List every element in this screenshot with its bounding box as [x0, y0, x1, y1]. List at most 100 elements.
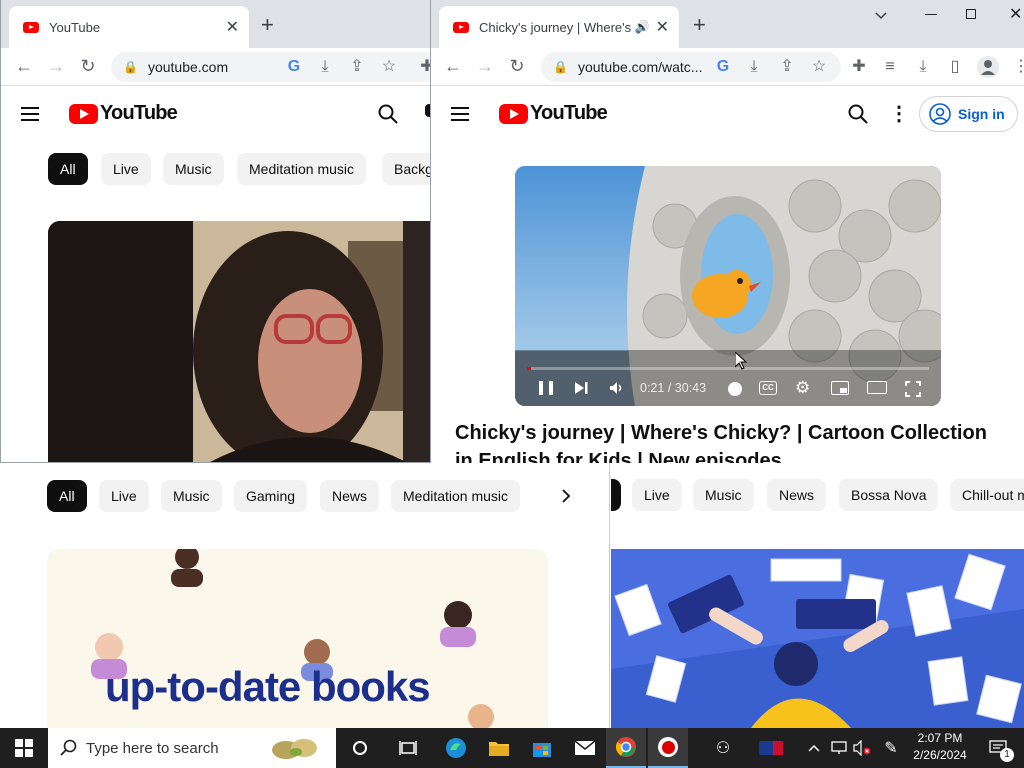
mlb-icon[interactable] [756, 728, 786, 768]
mail-icon[interactable] [565, 728, 605, 768]
audio-playing-icon[interactable]: 🔊 [635, 20, 650, 34]
office-illustration [611, 549, 1024, 728]
chip-news[interactable]: News [767, 479, 827, 511]
volume-icon[interactable] [609, 380, 625, 396]
minimize-icon[interactable] [925, 14, 937, 15]
chip-news[interactable]: News [320, 480, 380, 512]
video-thumbnail-books[interactable]: up-to-date books [47, 549, 548, 728]
forward-icon[interactable]: → [470, 56, 500, 77]
reload-icon[interactable]: ↻ [73, 56, 103, 77]
extensions-icon[interactable]: ✚ [849, 57, 869, 77]
chip-music[interactable]: Music [693, 479, 754, 511]
task-view-icon[interactable] [388, 728, 428, 768]
microsoft-store-icon[interactable] [522, 728, 562, 768]
downloads-icon[interactable]: ⤓ [913, 57, 933, 77]
miniplayer-icon[interactable] [831, 381, 849, 395]
install-app-icon[interactable]: ⤓ [744, 57, 764, 77]
tab-chicky-video[interactable]: Chicky's journey | Where's Ch 🔊 ✕ [439, 6, 679, 48]
people-icon[interactable]: ⚇ [705, 728, 741, 768]
video-thumbnail-office[interactable] [611, 549, 1024, 728]
chip-live[interactable]: Live [632, 479, 682, 511]
share-icon[interactable]: ⇪ [347, 57, 367, 77]
extensions-icon[interactable]: ✚ [417, 57, 430, 77]
youtube-favicon-icon [453, 21, 469, 33]
close-tab-icon[interactable]: ✕ [656, 17, 669, 37]
progress-bar-track[interactable] [527, 367, 929, 370]
menu-icon[interactable] [451, 107, 469, 121]
new-tab-icon[interactable]: + [693, 12, 706, 38]
side-panel-icon[interactable]: ▯ [945, 57, 965, 77]
reload-icon[interactable]: ↻ [502, 56, 532, 77]
volume-muted-icon[interactable] [851, 728, 873, 768]
pause-icon[interactable] [539, 381, 553, 395]
maximize-icon[interactable] [966, 9, 976, 19]
chip-live[interactable]: Live [99, 480, 149, 512]
youtube-play-icon [499, 103, 528, 124]
cortana-icon[interactable] [340, 728, 380, 768]
youtube-logo[interactable]: YouTube [499, 102, 608, 125]
share-icon[interactable]: ⇪ [777, 57, 797, 77]
settings-gear-icon[interactable]: ⚙ [795, 379, 810, 397]
theater-mode-icon[interactable] [867, 381, 887, 394]
tab-strip: YouTube ✕ + [1, 0, 430, 48]
back-icon[interactable]: ← [438, 56, 468, 77]
more-options-icon[interactable]: ⋮ [889, 101, 909, 126]
back-icon[interactable]: ← [9, 56, 39, 77]
clock[interactable]: 2:07 PM 2/26/2024 [908, 730, 972, 766]
next-icon[interactable] [573, 380, 589, 396]
chip-meditation-music[interactable]: Meditation music [391, 480, 521, 512]
chip-bossa-nova[interactable]: Bossa Nova [839, 479, 939, 511]
close-window-icon[interactable]: ✕ [1009, 4, 1022, 24]
close-tab-icon[interactable]: ✕ [226, 17, 239, 37]
video-thumbnail-woman[interactable] [48, 221, 430, 462]
chip-all[interactable]: All [48, 153, 88, 185]
new-tab-icon[interactable]: + [261, 12, 274, 38]
notification-count-badge: 1 [1000, 748, 1014, 762]
edge-icon[interactable] [436, 728, 476, 768]
google-lens-icon[interactable]: G [713, 57, 733, 77]
notifications-icon[interactable]: 1 [978, 728, 1018, 768]
chip-music[interactable]: Music [161, 480, 222, 512]
chevron-right-icon[interactable] [556, 486, 576, 506]
profile-avatar-icon[interactable] [977, 56, 999, 78]
chip-all[interactable]: All [47, 480, 87, 512]
subtitles-icon[interactable]: CC [759, 381, 777, 395]
chip-meditation-music[interactable]: Meditation music [237, 153, 367, 185]
video-player[interactable]: 0:21 / 30:43 CC ⚙ [515, 166, 941, 406]
menu-icon[interactable] [21, 107, 39, 121]
search-icon[interactable] [377, 103, 399, 125]
media-control-icon[interactable]: ≡ [880, 57, 900, 77]
sign-in-button[interactable]: Sign in [919, 96, 1018, 132]
chip-music[interactable]: Music [163, 153, 224, 185]
forward-icon[interactable]: → [41, 56, 71, 77]
tab-youtube[interactable]: YouTube ✕ [9, 6, 249, 48]
tab-title: YouTube [49, 19, 101, 35]
autoplay-toggle-icon[interactable] [728, 382, 742, 396]
youtube-header: YouTube [1, 86, 430, 142]
file-explorer-icon[interactable] [479, 728, 519, 768]
windows-logo-icon [15, 739, 33, 757]
pen-workspace-icon[interactable]: ✎ [878, 728, 904, 768]
install-app-icon[interactable]: ⤓ [315, 57, 335, 77]
chip-chill-out[interactable]: Chill-out m [950, 479, 1024, 511]
taskbar-search-box[interactable]: Type here to search [48, 728, 336, 768]
screen-recorder-icon[interactable] [648, 728, 688, 768]
show-hidden-icons-icon[interactable] [804, 728, 824, 768]
search-icon[interactable] [847, 103, 869, 125]
tab-search-icon[interactable] [873, 8, 889, 24]
bookmark-star-icon[interactable]: ☆ [809, 57, 829, 77]
chip-all-partial[interactable] [611, 479, 621, 511]
fullscreen-icon[interactable] [905, 381, 921, 397]
google-lens-icon[interactable]: G [284, 57, 304, 77]
thumbnail-headline: up-to-date books [105, 663, 431, 710]
chip-live[interactable]: Live [101, 153, 151, 185]
chrome-taskbar-icon[interactable] [606, 728, 646, 768]
chip-background[interactable]: Backg [382, 153, 430, 185]
youtube-logo[interactable]: YouTube [69, 102, 178, 125]
network-icon[interactable] [828, 728, 850, 768]
pistachio-search-highlight-icon [268, 734, 324, 762]
chrome-menu-icon[interactable]: ⋮ [1011, 57, 1024, 77]
start-button[interactable] [0, 728, 48, 768]
chip-gaming[interactable]: Gaming [234, 480, 308, 512]
bookmark-star-icon[interactable]: ☆ [379, 57, 399, 77]
